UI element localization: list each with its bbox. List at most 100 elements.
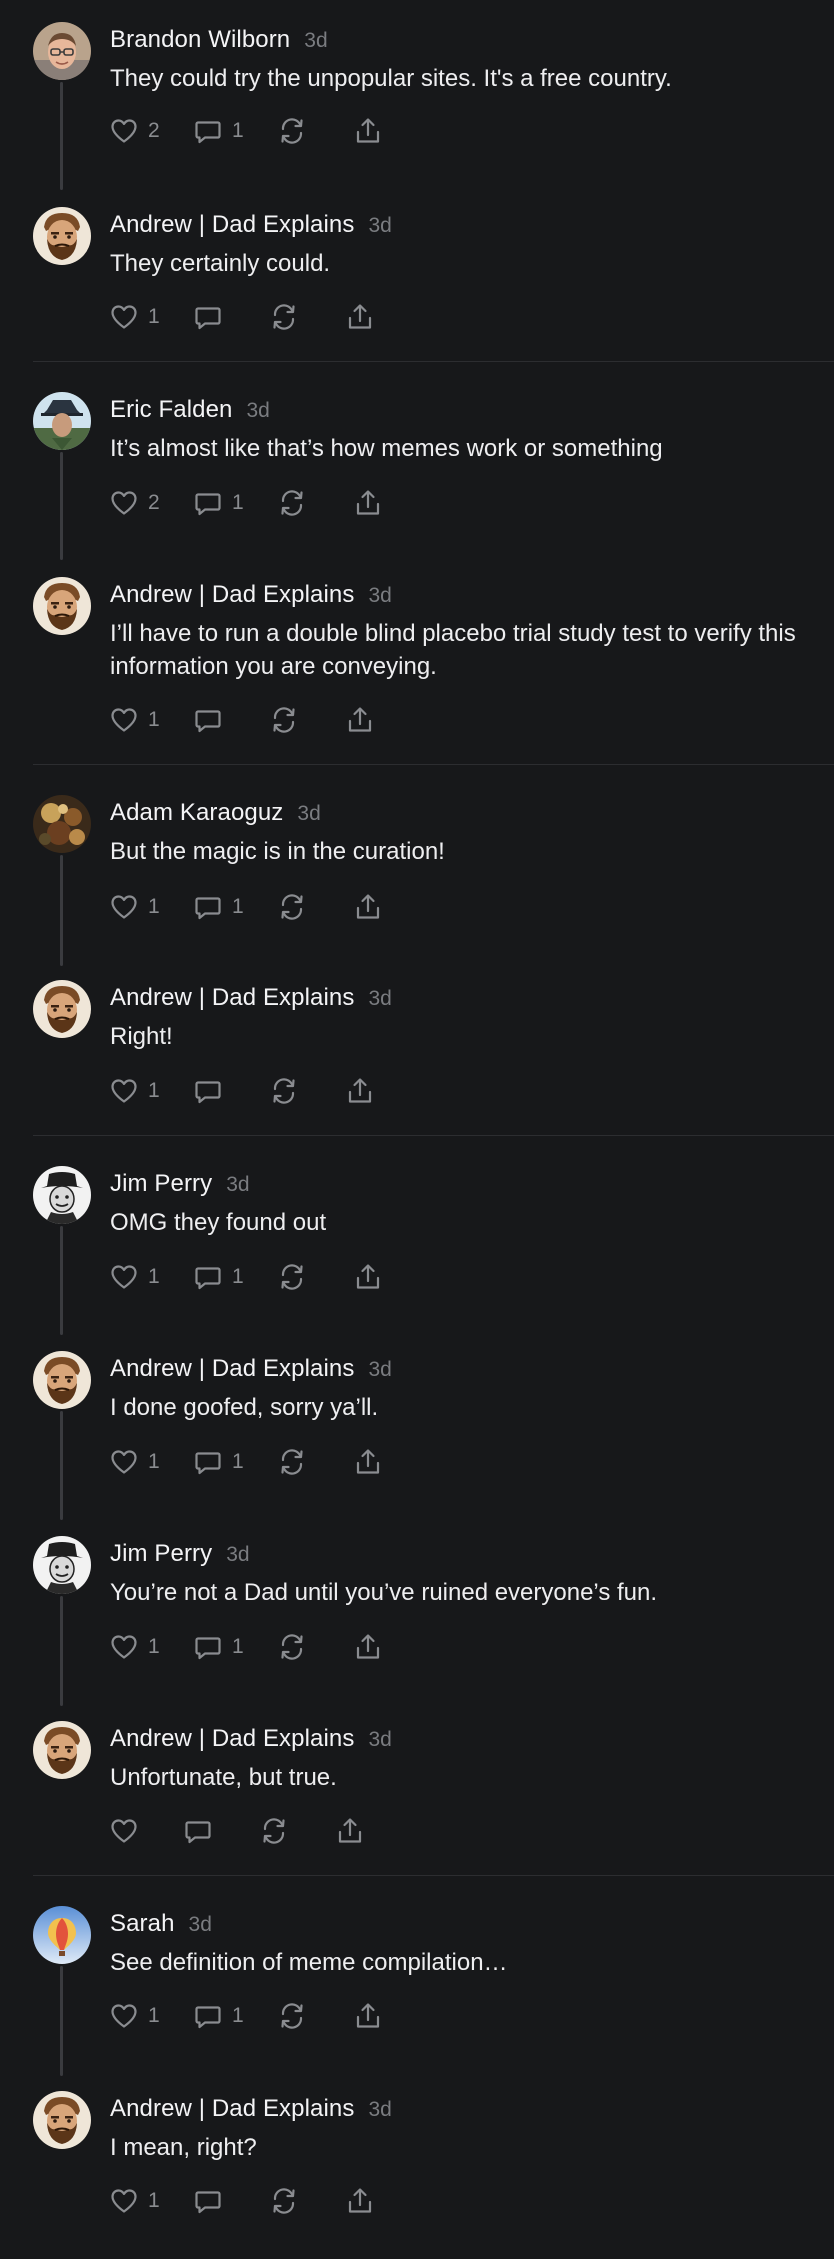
timestamp[interactable]: 3d <box>368 987 391 1010</box>
share-button[interactable] <box>344 2184 376 2218</box>
timestamp[interactable]: 3d <box>368 214 391 237</box>
share-button[interactable] <box>352 1445 384 1479</box>
reply-button[interactable]: 1 <box>192 1445 244 1479</box>
restack-button[interactable] <box>276 1999 308 2033</box>
restack-icon <box>268 301 300 333</box>
author-name[interactable]: Andrew | Dad Explains <box>110 2095 354 2122</box>
like-button[interactable]: 1 <box>108 2184 160 2218</box>
author-name[interactable]: Eric Falden <box>110 396 232 423</box>
share-button[interactable] <box>352 486 384 520</box>
reply-button[interactable]: 1 <box>192 890 244 924</box>
like-button[interactable]: 1 <box>108 1074 160 1108</box>
restack-button[interactable] <box>276 486 308 520</box>
eric-avatar[interactable] <box>33 392 91 450</box>
timestamp[interactable]: 3d <box>304 29 327 52</box>
share-button[interactable] <box>352 1260 384 1294</box>
share-button[interactable] <box>344 703 376 737</box>
author-name[interactable]: Jim Perry <box>110 1540 212 1567</box>
heart-icon <box>108 1815 140 1847</box>
share-icon <box>344 2185 376 2217</box>
author-name[interactable]: Andrew | Dad Explains <box>110 1355 354 1382</box>
restack-button[interactable] <box>268 1074 300 1108</box>
timestamp[interactable]: 3d <box>368 584 391 607</box>
restack-button[interactable] <box>268 2184 300 2218</box>
like-count: 1 <box>148 2189 160 2212</box>
timestamp[interactable]: 3d <box>368 1358 391 1381</box>
author-name[interactable]: Adam Karaoguz <box>110 799 283 826</box>
share-icon <box>352 487 384 519</box>
restack-button[interactable] <box>276 890 308 924</box>
restack-button[interactable] <box>258 1814 290 1848</box>
reply-button[interactable]: 1 <box>192 1260 244 1294</box>
reply-button[interactable]: 1 <box>192 1630 244 1664</box>
share-icon <box>352 1446 384 1478</box>
restack-button[interactable] <box>276 1445 308 1479</box>
comment-item: Brandon Wilborn 3d They could try the unpo… <box>0 0 834 190</box>
reply-button[interactable] <box>192 2184 224 2218</box>
timestamp[interactable]: 3d <box>297 802 320 825</box>
timestamp[interactable]: 3d <box>368 1728 391 1751</box>
reply-button[interactable]: 1 <box>192 486 244 520</box>
thread-line <box>60 1411 63 1520</box>
restack-button[interactable] <box>268 300 300 334</box>
author-name[interactable]: Andrew | Dad Explains <box>110 211 354 238</box>
like-button[interactable]: 1 <box>108 1260 160 1294</box>
share-button[interactable] <box>352 1999 384 2033</box>
author-name[interactable]: Jim Perry <box>110 1170 212 1197</box>
reply-button[interactable] <box>192 300 224 334</box>
sarah-avatar[interactable] <box>33 1906 91 1964</box>
jim-avatar[interactable] <box>33 1166 91 1224</box>
like-button[interactable] <box>108 1814 140 1848</box>
share-button[interactable] <box>344 300 376 334</box>
timestamp[interactable]: 3d <box>368 2098 391 2121</box>
comment-item: Andrew | Dad Explains 3d I done goofed, so… <box>0 1329 834 1519</box>
restack-button[interactable] <box>276 1260 308 1294</box>
share-button[interactable] <box>352 1630 384 1664</box>
comment-item: Adam Karaoguz 3d But the magic is in the c… <box>0 773 834 963</box>
timestamp[interactable]: 3d <box>226 1173 249 1196</box>
author-name[interactable]: Andrew | Dad Explains <box>110 1725 354 1752</box>
like-button[interactable]: 1 <box>108 1630 160 1664</box>
brandon-avatar[interactable] <box>33 22 91 80</box>
comment-header: Jim Perry 3d <box>110 1538 250 1573</box>
like-button[interactable]: 2 <box>108 114 160 148</box>
timestamp[interactable]: 3d <box>246 399 269 422</box>
share-button[interactable] <box>334 1814 366 1848</box>
like-button[interactable]: 1 <box>108 890 160 924</box>
share-button[interactable] <box>352 890 384 924</box>
adam-avatar[interactable] <box>33 795 91 853</box>
share-button[interactable] <box>352 114 384 148</box>
jim-avatar[interactable] <box>33 1536 91 1594</box>
timestamp[interactable]: 3d <box>189 1913 212 1936</box>
like-count: 1 <box>148 1635 160 1658</box>
andrew-avatar[interactable] <box>33 577 91 635</box>
share-button[interactable] <box>344 1074 376 1108</box>
heart-icon <box>108 1446 140 1478</box>
like-button[interactable]: 1 <box>108 300 160 334</box>
andrew-avatar[interactable] <box>33 2091 91 2149</box>
reply-button[interactable]: 1 <box>192 1999 244 2033</box>
restack-button[interactable] <box>276 114 308 148</box>
restack-button[interactable] <box>276 1630 308 1664</box>
author-name[interactable]: Sarah <box>110 1910 175 1937</box>
timestamp[interactable]: 3d <box>226 1543 249 1566</box>
speech-bubble-icon <box>192 891 224 923</box>
reply-button[interactable] <box>182 1814 214 1848</box>
reply-button[interactable]: 1 <box>192 114 244 148</box>
like-button[interactable]: 1 <box>108 1999 160 2033</box>
andrew-avatar[interactable] <box>33 980 91 1038</box>
like-button[interactable]: 1 <box>108 703 160 737</box>
author-name[interactable]: Andrew | Dad Explains <box>110 984 354 1011</box>
restack-button[interactable] <box>268 703 300 737</box>
like-button[interactable]: 2 <box>108 486 160 520</box>
comment-text: It’s almost like that’s how memes work o… <box>110 435 663 462</box>
reply-count: 1 <box>232 1265 244 1288</box>
reply-button[interactable] <box>192 1074 224 1108</box>
andrew-avatar[interactable] <box>33 1351 91 1409</box>
andrew-avatar[interactable] <box>33 1721 91 1779</box>
reply-button[interactable] <box>192 703 224 737</box>
like-button[interactable]: 1 <box>108 1445 160 1479</box>
andrew-avatar[interactable] <box>33 207 91 265</box>
author-name[interactable]: Andrew | Dad Explains <box>110 581 354 608</box>
author-name[interactable]: Brandon Wilborn <box>110 26 290 53</box>
